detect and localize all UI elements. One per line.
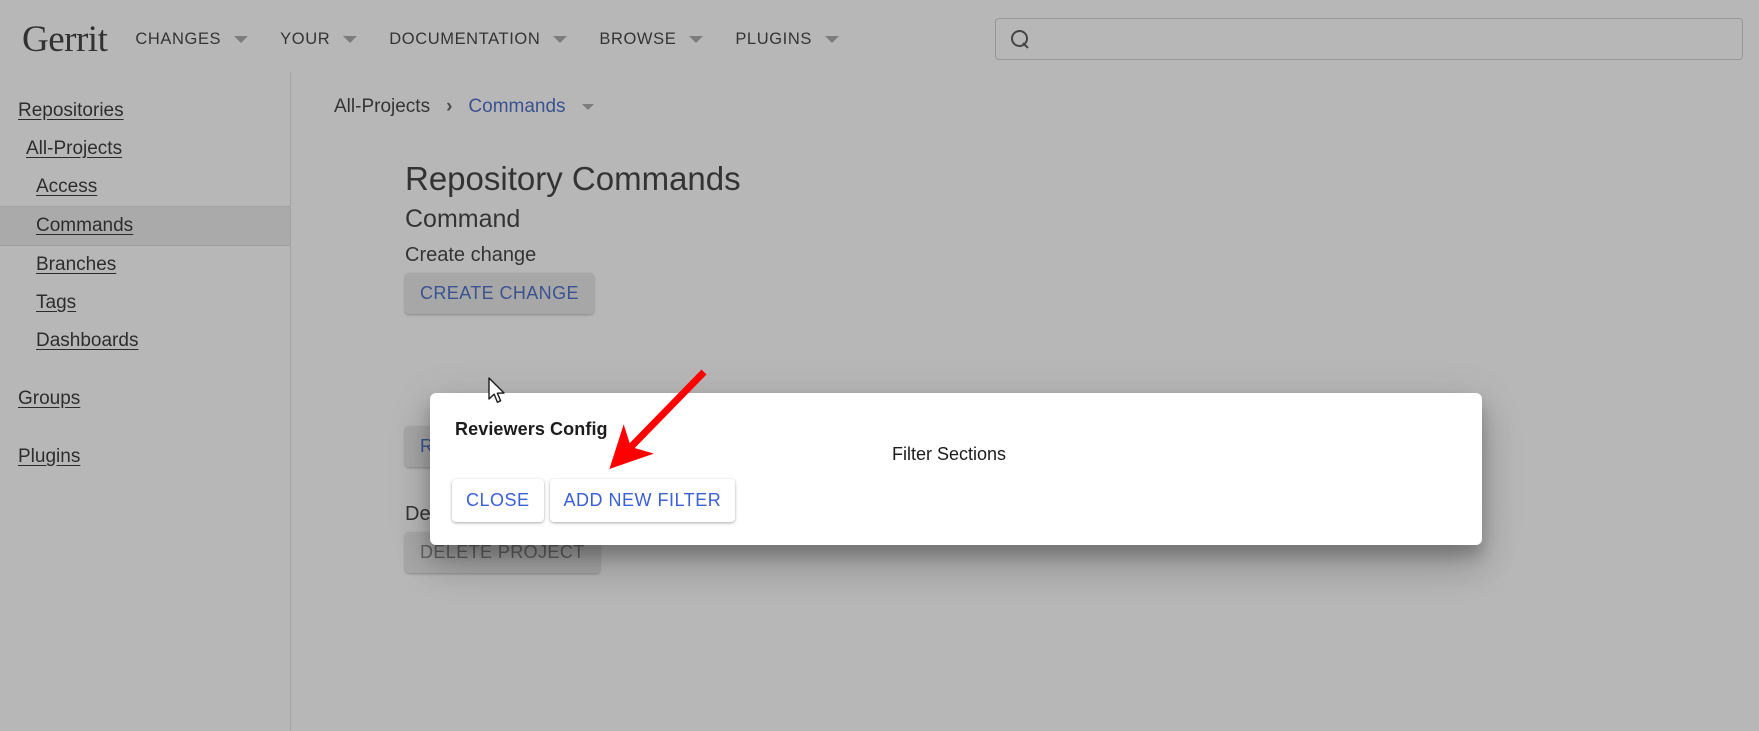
modal-backdrop[interactable] — [0, 0, 1759, 731]
add-new-filter-button[interactable]: ADD NEW FILTER — [549, 479, 736, 522]
dialog-title: Reviewers Config — [455, 419, 608, 439]
close-button[interactable]: CLOSE — [452, 479, 544, 522]
screen: Gerrit CHANGES YOUR DOCUMENTATION BROWSE… — [0, 0, 1759, 731]
reviewers-config-dialog: Reviewers Config Filter Sections CLOSE A… — [430, 393, 1482, 545]
filter-sections-label: Filter Sections — [892, 444, 1007, 464]
dialog-actions: CLOSE ADD NEW FILTER — [452, 479, 736, 522]
